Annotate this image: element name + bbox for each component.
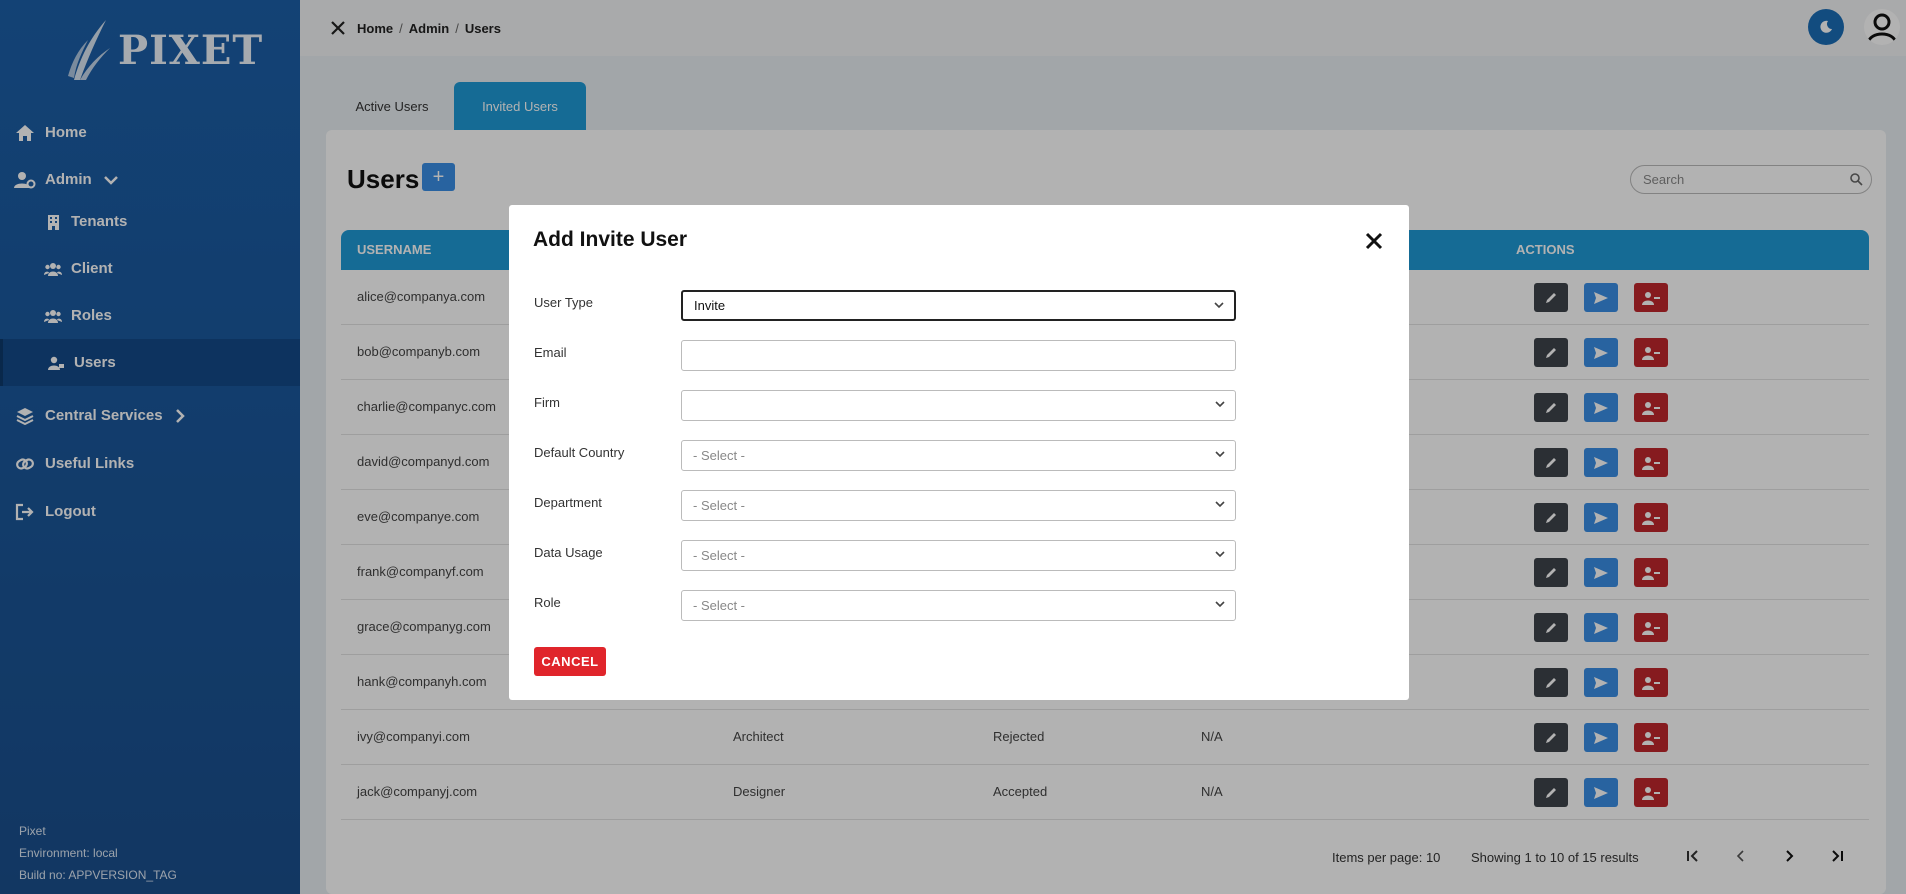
data-usage-select[interactable]: - Select -	[681, 540, 1236, 571]
chevron-down-icon	[1215, 601, 1225, 608]
modal-close-button[interactable]	[1363, 230, 1385, 252]
chevron-down-icon	[1215, 451, 1225, 458]
firm-label: Firm	[534, 395, 560, 410]
chevron-down-icon	[1215, 501, 1225, 508]
chevron-down-icon	[1214, 302, 1224, 309]
data-usage-label: Data Usage	[534, 545, 603, 560]
email-label: Email	[534, 345, 567, 360]
chevron-down-icon	[1215, 551, 1225, 558]
chevron-down-icon	[1215, 401, 1225, 408]
firm-select[interactable]	[681, 390, 1236, 421]
email-field[interactable]	[681, 340, 1236, 371]
data-usage-value: - Select -	[693, 548, 746, 563]
user-type-select[interactable]: Invite	[681, 290, 1236, 321]
role-value: - Select -	[693, 598, 746, 613]
modal-title: Add Invite User	[533, 228, 688, 251]
default-country-value: - Select -	[693, 448, 746, 463]
user-type-value: Invite	[694, 298, 726, 313]
user-type-label: User Type	[534, 295, 594, 310]
cancel-button[interactable]: CANCEL	[534, 647, 606, 676]
department-select[interactable]: - Select -	[681, 490, 1236, 521]
close-icon	[1365, 232, 1383, 250]
default-country-label: Default Country	[534, 445, 625, 460]
default-country-select[interactable]: - Select -	[681, 440, 1236, 471]
role-label: Role	[534, 595, 561, 610]
role-select[interactable]: - Select -	[681, 590, 1236, 621]
department-value: - Select -	[693, 498, 746, 513]
department-label: Department	[534, 495, 602, 510]
add-invite-user-dialog: Add Invite User User Type Invite Email Firm…	[509, 205, 1409, 700]
